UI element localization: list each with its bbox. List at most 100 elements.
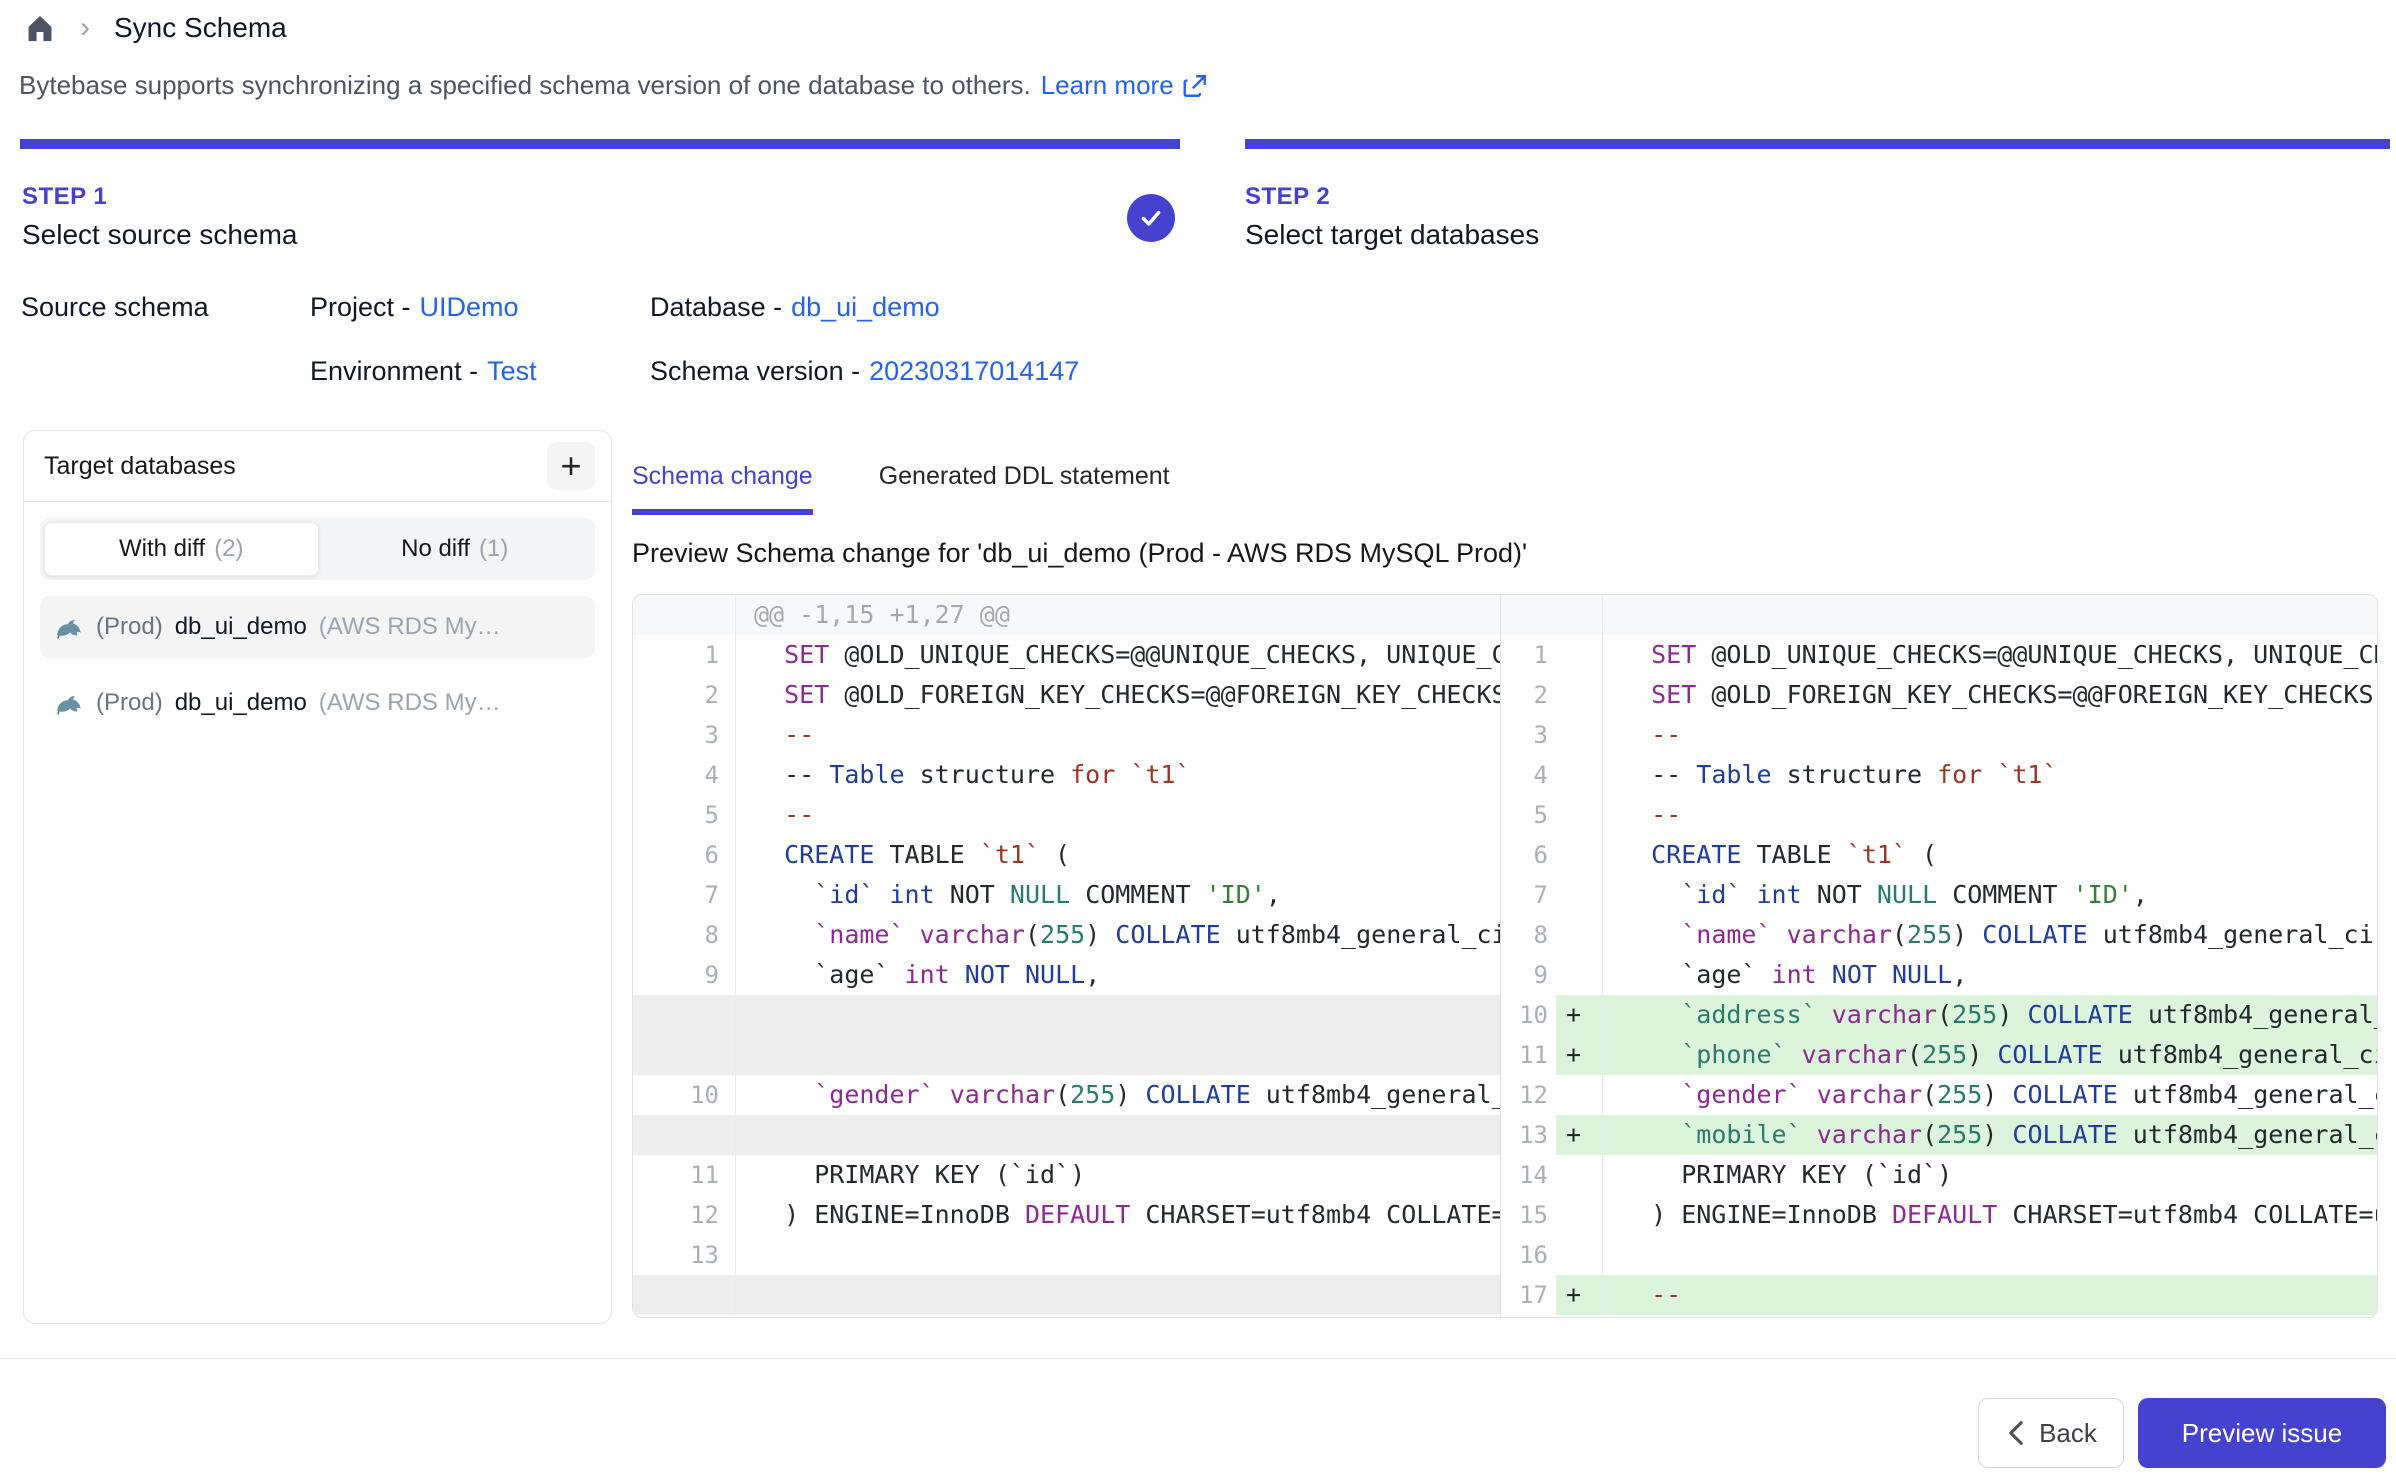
home-icon[interactable] xyxy=(24,12,56,44)
line-code: `name` varchar(255) COLLATE utf8mb4_gene… xyxy=(736,915,1500,955)
add-target-database-button[interactable]: + xyxy=(547,442,595,490)
preview-issue-button[interactable]: Preview issue xyxy=(2138,1398,2386,1468)
tab-schema-change[interactable]: Schema change xyxy=(632,462,813,515)
external-link-icon xyxy=(1182,73,1208,99)
step1-label: STEP 1 xyxy=(22,183,297,211)
diff-spacer-line xyxy=(633,1035,1500,1075)
learn-more-link[interactable]: Learn more xyxy=(1041,70,1208,101)
tab-with-diff[interactable]: With diff(2) xyxy=(44,522,319,576)
diff-add-marker xyxy=(1556,635,1602,675)
diff-line: 1 SET @OLD_UNIQUE_CHECKS=@@UNIQUE_CHECKS… xyxy=(1501,635,2377,675)
step1-progress-bar xyxy=(20,139,1180,149)
project-link[interactable]: UIDemo xyxy=(420,292,519,322)
line-code: SET @OLD_UNIQUE_CHECKS=@@UNIQUE_CHECKS, … xyxy=(736,635,1500,675)
source-database-field: Database -db_ui_demo xyxy=(650,292,940,323)
line-number: 4 xyxy=(1501,755,1556,795)
line-number: 12 xyxy=(1501,1075,1556,1115)
line-code xyxy=(736,1275,1500,1315)
database-link[interactable]: db_ui_demo xyxy=(791,292,940,322)
diff-add-marker: + xyxy=(1556,1115,1602,1155)
diff-add-marker xyxy=(1556,1195,1602,1235)
line-number: 17 xyxy=(1501,1275,1556,1315)
line-code xyxy=(1602,595,2377,635)
line-number: 3 xyxy=(633,715,736,755)
diff-line: 12 `gender` varchar(255) COLLATE utf8mb4… xyxy=(1501,1075,2377,1115)
diff-line: 5 -- xyxy=(633,795,1500,835)
target-db-item[interactable]: (Prod)db_ui_demo(AWS RDS MySQL Prod) xyxy=(40,672,595,734)
line-number: 8 xyxy=(1501,915,1556,955)
line-code: -- xyxy=(1602,795,2377,835)
line-number: 13 xyxy=(1501,1115,1556,1155)
back-button[interactable]: Back xyxy=(1978,1398,2124,1468)
line-code: PRIMARY KEY (`id`) xyxy=(736,1155,1500,1195)
line-number: 2 xyxy=(1501,675,1556,715)
diff-line: 7 `id` int NOT NULL COMMENT 'ID', xyxy=(633,875,1500,915)
tab-no-diff[interactable]: No diff(1) xyxy=(319,522,592,576)
diff-add-marker: + xyxy=(1556,1035,1602,1075)
footer-divider xyxy=(0,1358,2396,1359)
line-code: SET @OLD_FOREIGN_KEY_CHECKS=@@FOREIGN_KE… xyxy=(1602,675,2377,715)
line-number xyxy=(633,1035,736,1075)
line-code: SET @OLD_FOREIGN_KEY_CHECKS=@@FOREIGN_KE… xyxy=(736,675,1500,715)
line-number: 1 xyxy=(633,635,736,675)
diff-line: 9 `age` int NOT NULL, xyxy=(633,955,1500,995)
diff-right-pane[interactable]: 1 SET @OLD_UNIQUE_CHECKS=@@UNIQUE_CHECKS… xyxy=(1500,595,2377,1317)
line-number: 6 xyxy=(1501,835,1556,875)
diff-line: 7 `id` int NOT NULL COMMENT 'ID', xyxy=(1501,875,2377,915)
page-title: Sync Schema xyxy=(114,12,287,44)
line-code: CREATE TABLE `t1` ( xyxy=(1602,835,2377,875)
line-code: -- xyxy=(1602,715,2377,755)
line-code xyxy=(736,1115,1500,1155)
target-databases-header: Target databases + xyxy=(24,431,611,502)
step2-progress-bar xyxy=(1245,139,2390,149)
diff-spacer-line xyxy=(633,1275,1500,1315)
line-number: 6 xyxy=(633,835,736,875)
environment-link[interactable]: Test xyxy=(487,356,537,386)
diff-line: 6 CREATE TABLE `t1` ( xyxy=(633,835,1500,875)
diff-header-line: @@ -1,15 +1,27 @@ xyxy=(633,595,1500,635)
line-code: CREATE TABLE `t1` ( xyxy=(736,835,1500,875)
line-code: ) ENGINE=InnoDB DEFAULT CHARSET=utf8mb4 … xyxy=(1602,1195,2377,1235)
line-code: `age` int NOT NULL, xyxy=(1602,955,2377,995)
line-code: `gender` varchar(255) COLLATE utf8mb4_ge… xyxy=(736,1075,1500,1115)
step1-title: Select source schema xyxy=(22,219,297,251)
line-code: `address` varchar(255) COLLATE utf8mb4_g… xyxy=(1602,995,2377,1035)
diff-add-marker xyxy=(1556,795,1602,835)
source-schema-label: Source schema xyxy=(21,292,209,323)
source-environment-field: Environment -Test xyxy=(310,356,537,387)
line-code xyxy=(736,995,1500,1035)
db-environment: (Prod) xyxy=(96,689,163,717)
diff-line: 13 xyxy=(633,1235,1500,1275)
diff-filter-tabs: With diff(2) No diff(1) xyxy=(40,518,595,580)
diff-line: 4 -- Table structure for `t1` xyxy=(633,755,1500,795)
db-instance: (AWS RDS MySQL Prod) xyxy=(319,689,514,717)
db-name: db_ui_demo xyxy=(175,613,307,641)
diff-line: 16 xyxy=(1501,1235,2377,1275)
mysql-icon xyxy=(54,688,84,718)
diff-line: 4 -- Table structure for `t1` xyxy=(1501,755,2377,795)
diff-add-marker: + xyxy=(1556,995,1602,1035)
step2-title: Select target databases xyxy=(1245,219,1539,251)
diff-add-marker xyxy=(1556,1155,1602,1195)
diff-line: 8 `name` varchar(255) COLLATE utf8mb4_ge… xyxy=(1501,915,2377,955)
schema-diff-editor: @@ -1,15 +1,27 @@1 SET @OLD_UNIQUE_CHECK… xyxy=(632,594,2378,1318)
intro-text: Bytebase supports synchronizing a specif… xyxy=(19,70,1208,101)
line-number: 9 xyxy=(633,955,736,995)
target-db-item[interactable]: (Prod)db_ui_demo(AWS RDS MySQL Prod) xyxy=(40,596,595,658)
diff-add-marker xyxy=(1556,755,1602,795)
step2-label: STEP 2 xyxy=(1245,183,1539,211)
preview-tabs: Schema change Generated DDL statement xyxy=(632,462,1170,515)
diff-add-marker xyxy=(1556,1235,1602,1275)
diff-add-marker xyxy=(1556,1075,1602,1115)
line-code: PRIMARY KEY (`id`) xyxy=(1602,1155,2377,1195)
schema-version-link[interactable]: 20230317014147 xyxy=(869,356,1079,386)
line-code: `mobile` varchar(255) COLLATE utf8mb4_ge… xyxy=(1602,1115,2377,1155)
tab-generated-ddl[interactable]: Generated DDL statement xyxy=(879,462,1170,515)
line-number: 7 xyxy=(1501,875,1556,915)
sync-schema-page: › Sync Schema Bytebase supports synchron… xyxy=(0,0,2396,1480)
diff-add-marker xyxy=(1556,595,1602,635)
line-code: ) ENGINE=InnoDB DEFAULT CHARSET=utf8mb4 … xyxy=(736,1195,1500,1235)
line-code: -- xyxy=(1602,1275,2377,1315)
line-number: 16 xyxy=(1501,1235,1556,1275)
diff-left-pane[interactable]: @@ -1,15 +1,27 @@1 SET @OLD_UNIQUE_CHECK… xyxy=(633,595,1500,1317)
